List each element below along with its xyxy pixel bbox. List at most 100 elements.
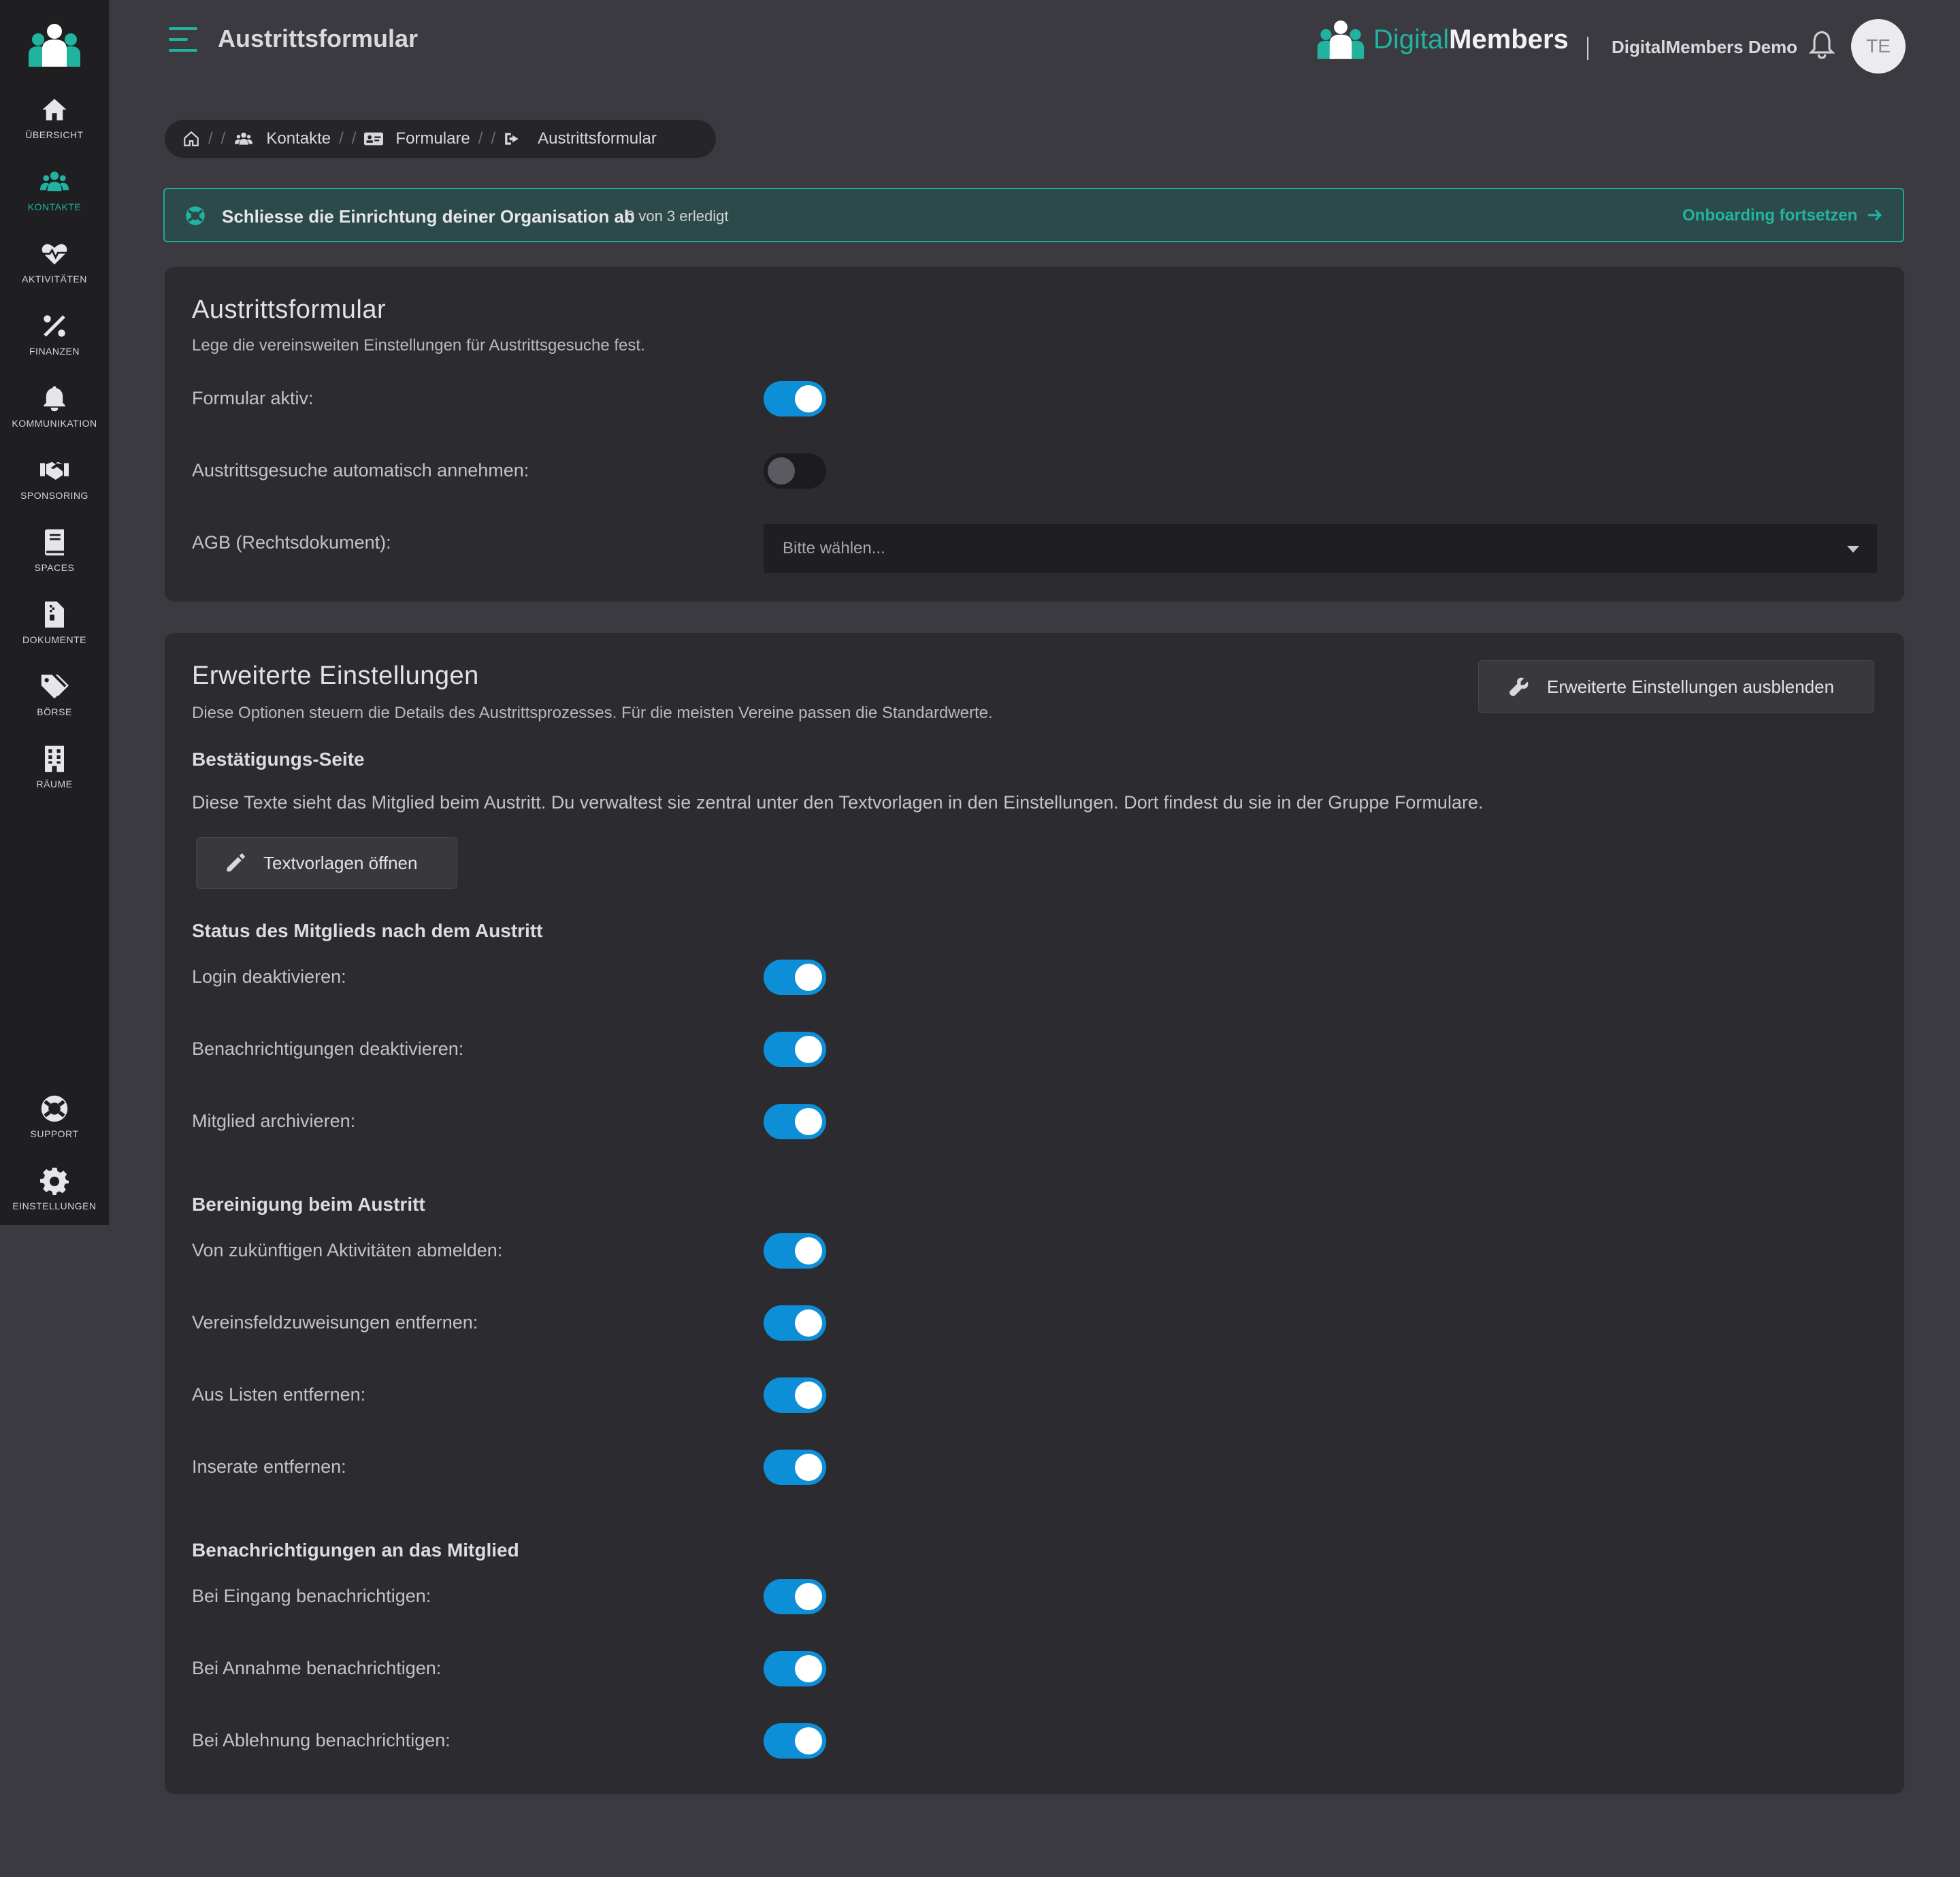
archive-member-label: Mitglied archivieren: bbox=[192, 1111, 356, 1131]
toggle-knob bbox=[795, 1036, 822, 1063]
remove-listings-label: Inserate entfernen: bbox=[192, 1456, 346, 1477]
breadcrumb-separator: / bbox=[351, 129, 357, 148]
nav-borse[interactable]: Börse bbox=[0, 672, 109, 740]
breadcrumb-label: Formulare bbox=[395, 129, 470, 148]
notify-reject-toggle[interactable] bbox=[764, 1723, 826, 1759]
breadcrumb-label: Austrittsformular bbox=[538, 129, 657, 148]
nav-raume[interactable]: Räume bbox=[0, 745, 109, 813]
disable-notifications-toggle[interactable] bbox=[764, 1032, 826, 1067]
unsubscribe-activities-toggle[interactable] bbox=[764, 1233, 826, 1269]
notify-reject-label: Bei Ablehnung benachrichtigen: bbox=[192, 1730, 451, 1750]
auto-accept-toggle[interactable] bbox=[764, 453, 826, 489]
onboarding-banner: Schliesse die Einrichtung deiner Organis… bbox=[163, 188, 1904, 242]
open-templates-label: Textvorlagen öffnen bbox=[263, 852, 418, 873]
users-icon bbox=[235, 132, 253, 145]
nav-dokumente[interactable]: Dokumente bbox=[0, 600, 109, 668]
hide-advanced-label: Erweiterte Einstellungen ausblenden bbox=[1547, 676, 1835, 697]
toggle-knob bbox=[795, 1454, 822, 1481]
nav-spaces[interactable]: Spaces bbox=[0, 528, 109, 596]
onboarding-progress: 0 von 3 erledigt bbox=[626, 208, 729, 225]
toggle-knob bbox=[795, 1382, 822, 1409]
unsubscribe-activities-label: Von zukünftigen Aktivitäten abmelden: bbox=[192, 1240, 503, 1260]
disable-notifications-label: Benachrichtigungen deaktivieren: bbox=[192, 1039, 464, 1059]
toggle-knob bbox=[795, 1727, 822, 1754]
disable-login-label: Login deaktivieren: bbox=[192, 966, 346, 987]
status-heading: Status des Mitglieds nach dem Austritt bbox=[192, 920, 543, 941]
auto-accept-label: Austrittsgesuche automatisch annehmen: bbox=[192, 460, 529, 480]
file-archive-icon bbox=[45, 601, 64, 628]
breadcrumb-austrittsformular[interactable]: Austrittsformular bbox=[504, 129, 657, 148]
breadcrumb-separator: / bbox=[478, 129, 483, 148]
card-subtitle: Diese Optionen steuern die Details des A… bbox=[192, 704, 993, 722]
remove-field-assignments-label: Vereinsfeldzuweisungen entfernen: bbox=[192, 1312, 478, 1333]
brand-name: DigitalMembers bbox=[1373, 25, 1569, 55]
confirmation-text: Diese Texte sieht das Mitglied beim Aust… bbox=[192, 792, 1484, 813]
sign-out-icon bbox=[505, 133, 519, 145]
nav-support[interactable]: Support bbox=[0, 1094, 109, 1162]
nav-label: Aktivitäten bbox=[22, 274, 87, 284]
nav-aktivitaten[interactable]: Aktivitäten bbox=[0, 240, 109, 308]
card-subtitle: Lege die vereinsweiten Einstellungen für… bbox=[192, 336, 645, 355]
gear-icon bbox=[40, 1167, 69, 1195]
brand-digital: Digital bbox=[1373, 24, 1450, 54]
wrench-icon bbox=[1509, 677, 1529, 696]
breadcrumb-separator: / bbox=[339, 129, 344, 148]
toggle-knob bbox=[795, 1583, 822, 1610]
breadcrumb-kontakte[interactable]: Kontakte bbox=[233, 129, 331, 148]
header-divider bbox=[1587, 37, 1588, 60]
avatar[interactable]: TE bbox=[1851, 19, 1906, 74]
toggle-knob bbox=[795, 1309, 822, 1337]
form-active-toggle[interactable] bbox=[764, 381, 826, 417]
form-active-label: Formular aktiv: bbox=[192, 388, 314, 408]
notify-accept-toggle[interactable] bbox=[764, 1651, 826, 1686]
organization-name[interactable]: DigitalMembers Demo bbox=[1612, 37, 1797, 58]
open-templates-button[interactable]: Textvorlagen öffnen bbox=[196, 837, 457, 889]
nav-kontakte[interactable]: Kontakte bbox=[0, 167, 109, 235]
tags-icon bbox=[41, 674, 69, 699]
nav-label: Kommunikation bbox=[12, 418, 97, 429]
nav-einstellungen[interactable]: Einstellungen bbox=[0, 1166, 109, 1235]
home-outline-icon[interactable] bbox=[182, 130, 200, 148]
percent-icon bbox=[44, 315, 65, 337]
disable-login-toggle[interactable] bbox=[764, 960, 826, 995]
sidebar: Übersicht Kontakte Aktivitäten Finanzen … bbox=[0, 0, 109, 1225]
breadcrumb-label: Kontakte bbox=[266, 129, 331, 148]
nav-finanzen[interactable]: Finanzen bbox=[0, 312, 109, 380]
nav-ubersicht[interactable]: Übersicht bbox=[0, 95, 109, 163]
remove-from-lists-toggle[interactable] bbox=[764, 1377, 826, 1413]
logo-icon[interactable] bbox=[27, 23, 82, 67]
notify-receipt-toggle[interactable] bbox=[764, 1579, 826, 1614]
nav-kommunikation[interactable]: Kommunikation bbox=[0, 384, 109, 452]
nav-label: Räume bbox=[36, 779, 73, 789]
heartbeat-icon bbox=[42, 244, 67, 265]
nav-label: Dokumente bbox=[22, 634, 86, 645]
breadcrumb-separator: / bbox=[220, 129, 226, 148]
breadcrumb-formulare[interactable]: Formulare bbox=[364, 129, 470, 148]
notifications-bell-icon[interactable] bbox=[1809, 30, 1835, 60]
notify-receipt-label: Bei Eingang benachrichtigen: bbox=[192, 1586, 431, 1606]
onboarding-continue-link[interactable]: Onboarding fortsetzen bbox=[1682, 206, 1882, 225]
nav-label: Kontakte bbox=[27, 201, 82, 212]
brand-logo[interactable]: DigitalMembers bbox=[1316, 19, 1569, 60]
breadcrumb-separator: / bbox=[208, 129, 213, 148]
nav-label: Einstellungen bbox=[12, 1201, 97, 1211]
agb-select[interactable]: Bitte wählen... bbox=[764, 524, 1877, 573]
remove-listings-toggle[interactable] bbox=[764, 1450, 826, 1485]
remove-from-lists-label: Aus Listen entfernen: bbox=[192, 1384, 366, 1405]
onboarding-title: Schliesse die Einrichtung deiner Organis… bbox=[222, 206, 635, 227]
onboarding-continue-label: Onboarding fortsetzen bbox=[1682, 206, 1858, 225]
breadcrumb-separator: / bbox=[491, 129, 496, 148]
lifebuoy-icon bbox=[41, 1095, 68, 1122]
nav-label: Börse bbox=[37, 706, 72, 717]
confirmation-heading: Bestätigungs-Seite bbox=[192, 749, 365, 770]
brand-members: Members bbox=[1449, 24, 1569, 54]
nav-label: Sponsoring bbox=[20, 490, 88, 501]
toggle-knob bbox=[795, 1108, 822, 1135]
archive-member-toggle[interactable] bbox=[764, 1104, 826, 1139]
remove-field-assignments-toggle[interactable] bbox=[764, 1305, 826, 1341]
nav-sponsoring[interactable]: Sponsoring bbox=[0, 456, 109, 524]
notify-accept-label: Bei Annahme benachrichtigen: bbox=[192, 1658, 442, 1678]
breadcrumb: / / Kontakte / / Formulare / / Austritts… bbox=[165, 120, 716, 158]
menu-toggle-icon[interactable] bbox=[169, 26, 197, 53]
hide-advanced-button[interactable]: Erweiterte Einstellungen ausblenden bbox=[1478, 660, 1874, 713]
